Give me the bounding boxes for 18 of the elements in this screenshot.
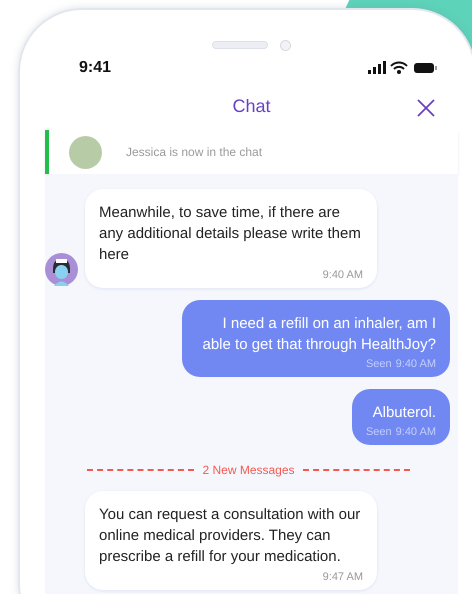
message-time: 9:40 AM [322,268,363,282]
message-time: 9:47 AM [322,570,363,584]
seen-status: Seen [366,357,392,371]
message-text: Meanwhile, to save time, if there are any additional details please write them here [99,203,362,265]
avatar-circle [69,136,102,168]
message-text: Albuterol. [372,403,436,423]
status-icons-drawing [368,61,438,75]
banner-text: Jessica is now in the chat [126,144,262,161]
seen-status: Seen [366,425,392,439]
chat-title: Chat [232,94,271,118]
camera-icon [280,40,291,50]
message-time: 9:40 AM [396,357,436,371]
new-messages-divider: 2 New Messages [202,462,295,479]
speaker-icon [212,41,268,49]
status-time: 9:41 [79,58,112,78]
message-text: You can request a consultation with our online medical providers. They can prescribe a refill for your medication. [99,505,362,567]
message-text: I need a refill on an inhaler, am I able to get that through HealthJoy? [202,314,436,355]
message-time: 9:40 AM [396,425,436,439]
